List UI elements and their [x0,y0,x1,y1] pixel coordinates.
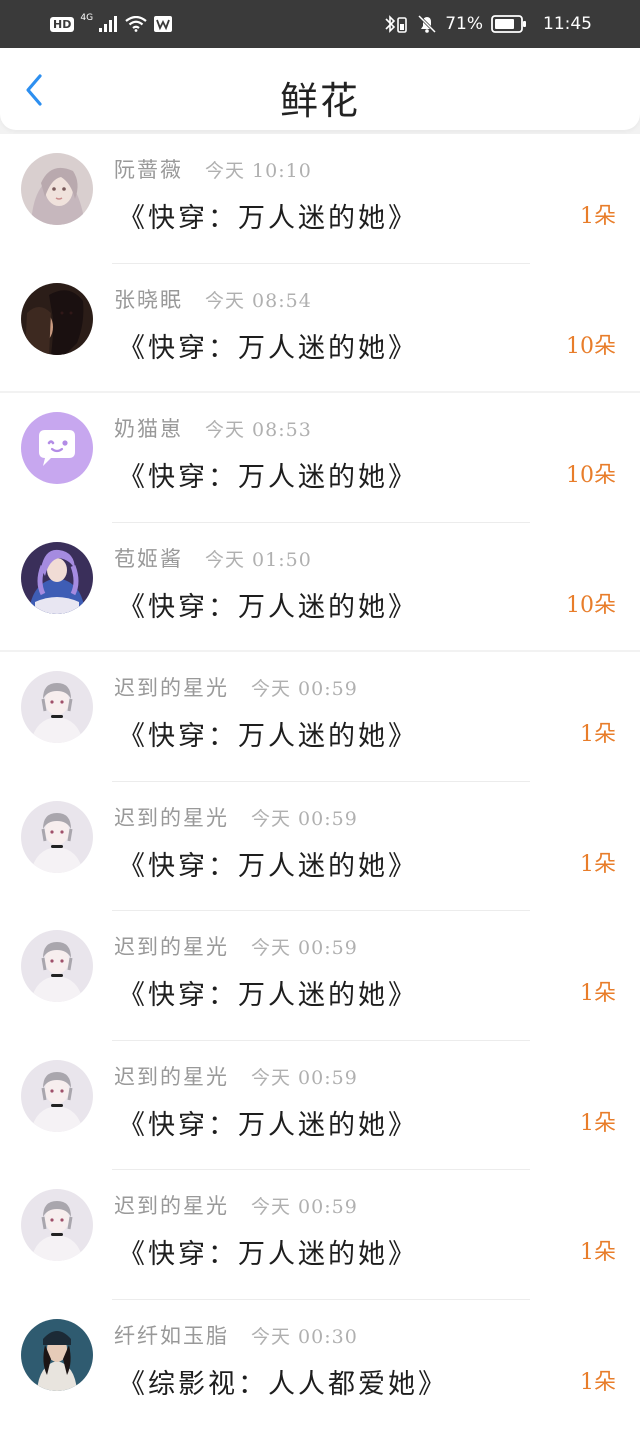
flower-count: 1朵 [580,198,616,230]
gift-time: 今天 08:54 [205,290,312,312]
list-item[interactable]: 迟到的星光今天 00:59 《快穿：万人迷的她》 1朵 [0,1041,640,1171]
book-title: 《快穿：万人迷的她》 [118,455,418,494]
page-title: 鲜花 [0,70,640,125]
sender-name: 张晓眠今天 08:54 [114,284,312,314]
list-item[interactable]: 迟到的星光今天 00:59 《快穿：万人迷的她》 1朵 [0,782,640,912]
avatar[interactable] [21,801,93,873]
avatar[interactable] [21,671,93,743]
flower-count: 10朵 [566,457,616,489]
list-item[interactable]: 迟到的星光今天 00:59 《快穿：万人迷的她》 1朵 [0,1170,640,1300]
avatar[interactable] [21,1189,93,1261]
chat-bubble-icon [21,412,93,484]
sender-name-text: 迟到的星光 [114,1194,229,1218]
list-item[interactable]: 奶猫崽今天 08:53 《快穿：万人迷的她》 10朵 [0,393,640,523]
sender-name: 迟到的星光今天 00:59 [114,672,358,702]
avatar[interactable] [21,283,93,355]
flower-count: 10朵 [566,328,616,360]
book-title: 《快穿：万人迷的她》 [118,973,418,1012]
gift-time: 今天 00:59 [251,808,358,830]
gift-time: 今天 10:10 [205,160,312,182]
sender-name-text: 迟到的星光 [114,676,229,700]
gift-time: 今天 00:59 [251,678,358,700]
sender-name: 迟到的星光今天 00:59 [114,931,358,961]
clock: 11:45 [543,14,592,34]
book-title: 《快穿：万人迷的她》 [118,196,418,235]
avatar[interactable] [21,412,93,484]
sender-name: 纤纤如玉脂今天 00:30 [114,1320,358,1350]
sender-name-text: 纤纤如玉脂 [114,1324,229,1348]
gift-time: 今天 00:30 [251,1326,358,1348]
flower-count: 10朵 [566,587,616,619]
avatar[interactable] [21,542,93,614]
network-type: 4G [80,14,93,23]
gift-time: 今天 00:59 [251,1067,358,1089]
status-right: 71% 11:45 [383,12,592,36]
sender-name-text: 迟到的星光 [114,806,229,830]
sender-name-text: 迟到的星光 [114,935,229,959]
book-title: 《快穿：万人迷的她》 [118,326,418,365]
signal-icon [99,16,119,32]
sender-name-text: 苞姬酱 [114,547,183,571]
avatar[interactable] [21,1060,93,1132]
sender-name: 迟到的星光今天 00:59 [114,1061,358,1091]
gift-time: 今天 01:50 [205,549,312,571]
list-item[interactable]: 迟到的星光今天 00:59 《快穿：万人迷的她》 1朵 [0,652,640,782]
sender-name: 迟到的星光今天 00:59 [114,802,358,832]
sender-name-text: 迟到的星光 [114,1065,229,1089]
hd-badge: HD [50,17,74,32]
gift-time: 今天 00:59 [251,937,358,959]
list-item[interactable]: 迟到的星光今天 00:59 《快穿：万人迷的她》 1朵 [0,911,640,1041]
book-title: 《快穿：万人迷的她》 [118,1232,418,1271]
sender-name: 迟到的星光今天 00:59 [114,1190,358,1220]
sender-name: 阮蔷薇今天 10:10 [114,154,312,184]
list-item[interactable]: 张晓眠今天 08:54 《快穿：万人迷的她》 10朵 [0,264,640,394]
wifi-icon [125,16,147,32]
sender-name-text: 阮蔷薇 [114,158,183,182]
flower-count: 1朵 [580,975,616,1007]
battery-icon [491,15,527,33]
flower-count: 1朵 [580,716,616,748]
sender-name-text: 奶猫崽 [114,417,183,441]
flower-count: 1朵 [580,846,616,878]
sender-name: 苞姬酱今天 01:50 [114,543,312,573]
avatar[interactable] [21,1319,93,1391]
book-title: 《快穿：万人迷的她》 [118,714,418,753]
flower-count: 1朵 [580,1364,616,1396]
list-item[interactable]: 纤纤如玉脂今天 00:30 《综影视：人人都爱她》 1朵 [0,1300,640,1429]
status-bar: HD 4G 71% [0,0,640,48]
status-left: HD 4G [50,12,173,36]
list-item[interactable]: 阮蔷薇今天 10:10 《快穿：万人迷的她》 1朵 [0,134,640,264]
gift-time: 今天 00:59 [251,1196,358,1218]
nav-bar: 鲜花 [0,48,640,130]
flower-gift-list: 阮蔷薇今天 10:10 《快穿：万人迷的她》 1朵 张晓眠今天 08:54 《快… [0,134,640,1429]
book-title: 《快穿：万人迷的她》 [118,844,418,883]
battery-percent: 71% [445,14,483,34]
sender-name: 奶猫崽今天 08:53 [114,413,312,443]
app-notification-icon [153,15,173,33]
mute-bell-icon [417,14,437,34]
book-title: 《快穿：万人迷的她》 [118,1103,418,1142]
gift-time: 今天 08:53 [205,419,312,441]
sender-name-text: 张晓眠 [114,288,183,312]
bluetooth-battery-icon [383,14,409,34]
book-title: 《快穿：万人迷的她》 [118,585,418,624]
book-title: 《综影视：人人都爱她》 [118,1362,448,1401]
avatar[interactable] [21,153,93,225]
flower-count: 1朵 [580,1234,616,1266]
list-item[interactable]: 苞姬酱今天 01:50 《快穿：万人迷的她》 10朵 [0,523,640,653]
flower-count: 1朵 [580,1105,616,1137]
avatar[interactable] [21,930,93,1002]
